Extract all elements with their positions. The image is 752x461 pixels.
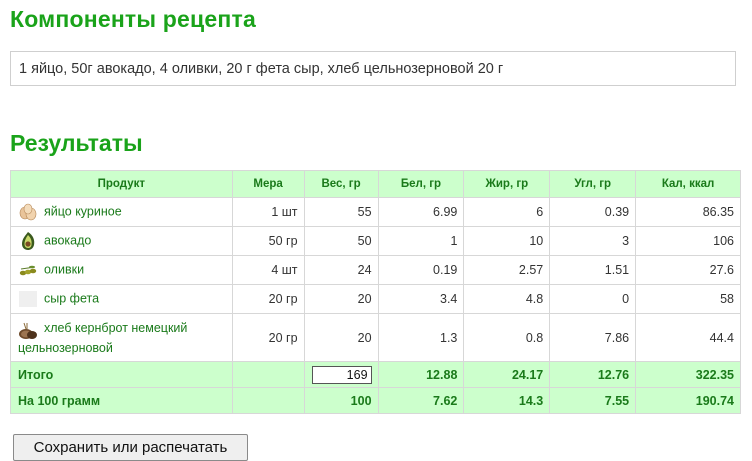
kcal-cell: 27.6	[635, 255, 741, 285]
fat-cell: 6	[463, 197, 551, 227]
per100-row: На 100 грамм 100 7.62 14.3 7.55 190.74	[10, 387, 741, 414]
total-measure-cell	[231, 361, 305, 388]
carbs-cell: 1.51	[549, 255, 637, 285]
per100-weight: 100	[303, 387, 379, 414]
total-carbs: 12.76	[549, 361, 637, 388]
total-fat: 24.17	[463, 361, 551, 388]
weight-cell: 55	[303, 197, 379, 227]
carbs-cell: 3	[549, 226, 637, 256]
fat-cell: 0.8	[463, 313, 551, 362]
measure-cell: 4 шт	[231, 255, 305, 285]
table-row: авокадо 50 гр 50 1 10 3 106	[10, 226, 741, 256]
weight-cell: 50	[303, 226, 379, 256]
fat-cell: 10	[463, 226, 551, 256]
col-weight: Вес, гр	[303, 170, 379, 198]
measure-cell: 20 гр	[231, 313, 305, 362]
product-cell: сыр фета	[10, 284, 233, 314]
recipe-heading: Компоненты рецепта	[10, 6, 256, 32]
product-cell: хлеб кернброт немецкий цельнозерновой	[10, 313, 233, 362]
total-weight-input[interactable]	[311, 365, 372, 384]
per100-fat: 14.3	[463, 387, 551, 414]
fat-cell: 4.8	[463, 284, 551, 314]
per100-carbs: 7.55	[549, 387, 637, 414]
kcal-cell: 106	[635, 226, 741, 256]
table-row: оливки 4 шт 24 0.19 2.57 1.51 27.6	[10, 255, 741, 285]
product-cell: оливки	[10, 255, 233, 285]
per100-measure-cell	[231, 387, 305, 414]
protein-cell: 6.99	[377, 197, 465, 227]
col-kcal: Кал, ккал	[635, 170, 741, 198]
per100-label: На 100 грамм	[10, 387, 233, 414]
egg-icon	[18, 202, 38, 222]
save-print-button[interactable]: Сохранить или распечатать	[13, 434, 248, 461]
col-carbs: Угл, гр	[549, 170, 637, 198]
kcal-cell: 44.4	[635, 313, 741, 362]
weight-cell: 20	[303, 284, 379, 314]
product-link[interactable]: оливки	[44, 262, 84, 276]
kcal-cell: 86.35	[635, 197, 741, 227]
product-link[interactable]: хлеб кернброт немецкий цельнозерновой	[18, 321, 187, 355]
total-kcal: 322.35	[635, 361, 741, 388]
feta-icon	[18, 289, 38, 309]
total-row: Итого 12.88 24.17 12.76 322.35	[10, 361, 741, 388]
weight-cell: 20	[303, 313, 379, 362]
carbs-cell: 0	[549, 284, 637, 314]
bread-icon	[18, 321, 38, 341]
recipe-components-field[interactable]: 1 яйцо, 50г авокадо, 4 оливки, 20 г фета…	[10, 51, 736, 86]
total-protein: 12.88	[377, 361, 465, 388]
table-header-row: Продукт Мера Вес, гр Бел, гр Жир, гр Угл…	[10, 170, 741, 198]
per100-kcal: 190.74	[635, 387, 741, 414]
col-product: Продукт	[10, 170, 233, 198]
product-link[interactable]: яйцо куриное	[44, 204, 122, 218]
protein-cell: 0.19	[377, 255, 465, 285]
total-label: Итого	[10, 361, 233, 388]
carbs-cell: 0.39	[549, 197, 637, 227]
results-heading: Результаты	[10, 130, 143, 156]
col-measure: Мера	[231, 170, 305, 198]
product-cell: яйцо куриное	[10, 197, 233, 227]
fat-cell: 2.57	[463, 255, 551, 285]
total-weight-cell	[303, 361, 379, 388]
measure-cell: 50 гр	[231, 226, 305, 256]
table-row: яйцо куриное 1 шт 55 6.99 6 0.39 86.35	[10, 197, 741, 227]
measure-cell: 20 гр	[231, 284, 305, 314]
col-fat: Жир, гр	[463, 170, 551, 198]
weight-cell: 24	[303, 255, 379, 285]
product-cell: авокадо	[10, 226, 233, 256]
table-row: хлеб кернброт немецкий цельнозерновой 20…	[10, 313, 741, 362]
col-protein: Бел, гр	[377, 170, 465, 198]
per100-protein: 7.62	[377, 387, 465, 414]
measure-cell: 1 шт	[231, 197, 305, 227]
product-link[interactable]: авокадо	[44, 233, 91, 247]
results-table: Продукт Мера Вес, гр Бел, гр Жир, гр Угл…	[10, 170, 741, 414]
olives-icon	[18, 260, 38, 280]
carbs-cell: 7.86	[549, 313, 637, 362]
table-row: сыр фета 20 гр 20 3.4 4.8 0 58	[10, 284, 741, 314]
product-link[interactable]: сыр фета	[44, 291, 99, 305]
kcal-cell: 58	[635, 284, 741, 314]
avocado-icon	[18, 231, 38, 251]
protein-cell: 1.3	[377, 313, 465, 362]
protein-cell: 3.4	[377, 284, 465, 314]
protein-cell: 1	[377, 226, 465, 256]
